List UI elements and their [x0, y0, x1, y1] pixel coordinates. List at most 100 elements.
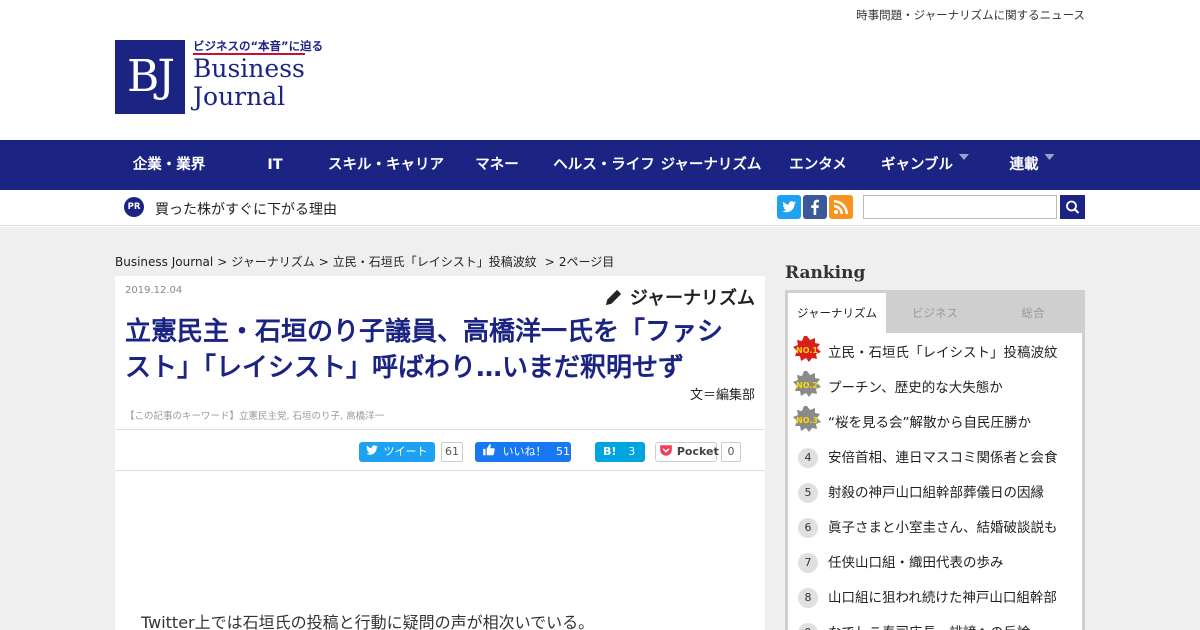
- nav-item-gamble[interactable]: ギャンブル: [880, 140, 970, 190]
- article-keywords[interactable]: 【この記事のキーワード】立憲民主党, 石垣のり子, 高橋洋一: [125, 408, 384, 422]
- search-icon: [1066, 200, 1080, 214]
- hatena-bookmark-button[interactable]: B! 3: [595, 442, 645, 462]
- article-category[interactable]: ジャーナリズム: [604, 284, 755, 310]
- article-category-label: ジャーナリズム: [629, 288, 755, 309]
- breadcrumb-home[interactable]: Business Journal: [115, 255, 213, 269]
- svg-text:NO.1: NO.1: [796, 346, 818, 355]
- breadcrumb-category[interactable]: ジャーナリズム: [231, 255, 314, 269]
- nav-label: ギャンブル: [880, 157, 954, 173]
- logo-word-business: Business: [193, 54, 305, 83]
- article-card: 2019.12.04 ジャーナリズム 立憲民主・石垣のり子議員、高橋洋一氏を「フ…: [115, 276, 765, 630]
- ranking-item[interactable]: NO.1 立民・石垣氏「レイシスト」投稿波紋: [788, 333, 1082, 368]
- breadcrumb-separator: >: [217, 255, 228, 269]
- chevron-down-icon: [959, 154, 970, 160]
- rank-2-medal-icon: NO.2: [793, 371, 821, 397]
- chevron-down-icon: [1044, 154, 1055, 160]
- nav-label: スキル・キャリア: [328, 157, 444, 173]
- pocket-count: 0: [721, 442, 741, 462]
- tab-overall[interactable]: 総合: [984, 293, 1082, 333]
- ranking-item[interactable]: 8 山口組に狙われ続けた神戸山口組幹部: [788, 578, 1082, 613]
- ranking-item-title: 眞子さまと小室圭さん、結婚破談説も: [828, 520, 1058, 536]
- pr-badge: PR: [124, 197, 144, 217]
- rank-number: 8: [798, 588, 818, 608]
- article-date: 2019.12.04: [125, 285, 183, 296]
- ranking-item-title: 安倍首相、連日マスコミ関係者と会食: [828, 450, 1058, 466]
- nav-label: エンタメ: [789, 157, 847, 173]
- ranking-list: NO.1 立民・石垣氏「レイシスト」投稿波紋 NO.2 プーチン、歴史的な大失態…: [788, 333, 1082, 630]
- nav-label: IT: [267, 157, 283, 173]
- nav-item-money[interactable]: マネー: [475, 140, 519, 190]
- tab-business[interactable]: ビジネス: [886, 293, 984, 333]
- ranking-item[interactable]: NO.2 プーチン、歴史的な大失態か: [788, 368, 1082, 403]
- site-tagline: 時事問題・ジャーナリズムに関するニュース: [856, 8, 1085, 22]
- article-body-text: Twitter上では石垣氏の投稿と行動に疑問の声が相次いでいる。: [141, 613, 595, 630]
- svg-text:NO.3: NO.3: [796, 416, 818, 425]
- twitter-icon[interactable]: [777, 195, 801, 219]
- sub-bar: PR 買った株がすぐに下がる理由: [0, 190, 1200, 226]
- article-byline: 文＝編集部: [689, 388, 755, 403]
- logo-wordmark: Business Journal: [193, 55, 305, 111]
- like-count: 51: [556, 445, 570, 458]
- pencil-icon: [605, 289, 621, 306]
- rank-number: 9: [798, 623, 818, 630]
- tweet-count: 61: [441, 442, 463, 462]
- rss-icon[interactable]: [829, 195, 853, 219]
- ranking-item[interactable]: NO.3 “桜を見る会”解散から自民圧勝か: [788, 403, 1082, 438]
- site-logo[interactable]: BJ ビジネスの“本音”に迫る Business Journal: [115, 38, 323, 118]
- pocket-button[interactable]: Pocket: [655, 442, 719, 462]
- ranking-item-title: 山口組に狙われ続けた神戸山口組幹部: [828, 590, 1057, 606]
- like-button[interactable]: いいね！ 51: [475, 442, 571, 462]
- nav-label: ジャーナリズム: [660, 157, 762, 173]
- ranking-item[interactable]: 4 安倍首相、連日マスコミ関係者と会食: [788, 438, 1082, 473]
- logo-catchphrase: ビジネスの“本音”に迫る: [193, 39, 324, 53]
- pr-link[interactable]: 買った株がすぐに下がる理由: [155, 199, 337, 219]
- nav-item-industry[interactable]: 企業・業界: [133, 140, 206, 190]
- pocket-label: Pocket: [676, 445, 719, 458]
- nav-item-health-life[interactable]: ヘルス・ライフ: [553, 140, 655, 190]
- pocket-icon: [660, 445, 672, 456]
- hatena-count: 3: [628, 445, 636, 458]
- rank-number: 4: [798, 448, 818, 468]
- rank-1-medal-icon: NO.1: [793, 336, 821, 362]
- breadcrumb-page: 2ページ目: [558, 255, 615, 269]
- hatena-label: B!: [603, 445, 617, 458]
- rank-number: 6: [798, 518, 818, 538]
- breadcrumb-separator: >: [318, 255, 329, 269]
- nav-item-journalism[interactable]: ジャーナリズム: [661, 140, 762, 190]
- ranking-item[interactable]: 7 任侠山口組・織田代表の歩み: [788, 543, 1082, 578]
- thumbs-up-icon: [483, 444, 495, 456]
- like-label: いいね！: [502, 445, 547, 458]
- nav-item-series[interactable]: 連載: [1010, 140, 1055, 190]
- ranking-item[interactable]: 5 射殺の神戸山口組幹部葬儀日の因縁: [788, 473, 1082, 508]
- ranking-item-title: なでしこ寿司店長、誹謗への反論: [828, 621, 1031, 630]
- article-headline: 立憲民主・石垣のり子議員、高橋洋一氏を「ファシスト」「レイシスト」呼ばわり…いま…: [125, 317, 724, 383]
- nav-label: 企業・業界: [132, 157, 206, 173]
- rank-3-medal-icon: NO.3: [793, 406, 821, 432]
- nav-item-skill-career[interactable]: スキル・キャリア: [328, 140, 444, 190]
- facebook-icon[interactable]: [803, 195, 827, 219]
- breadcrumb-separator: >: [544, 255, 555, 269]
- ranking-item-title: 任侠山口組・織田代表の歩み: [828, 555, 1004, 571]
- breadcrumb: Business Journal > ジャーナリズム > 立民・石垣氏「レイシスト」投稿…: [115, 253, 618, 270]
- search-button[interactable]: [1060, 195, 1085, 219]
- nav-label: ヘルス・ライフ: [553, 157, 655, 173]
- ranking-title: Ranking: [785, 263, 866, 283]
- nav-item-entertainment[interactable]: エンタメ: [789, 140, 847, 190]
- ranking-item[interactable]: 9 なでしこ寿司店長、誹謗への反論: [788, 613, 1082, 630]
- tweet-button[interactable]: ツイート: [359, 442, 435, 462]
- breadcrumb-article[interactable]: 立民・石垣氏「レイシスト」投稿波紋: [333, 255, 537, 269]
- rank-number: 5: [798, 483, 818, 503]
- nav-label: マネー: [475, 157, 519, 173]
- ranking-panel: ジャーナリズム ビジネス 総合 NO.1 立民・石垣氏「レイシスト」投稿波紋 N…: [785, 290, 1085, 630]
- nav-label: 連載: [1009, 157, 1039, 173]
- main-nav: 企業・業界 IT スキル・キャリア マネー ヘルス・ライフ ジャーナリズム エン…: [0, 140, 1200, 190]
- share-bar: ツイート 61 いいね！ 51 B! 3 Pocket 0: [115, 429, 765, 471]
- ranking-item-title: 射殺の神戸山口組幹部葬儀日の因縁: [828, 485, 1044, 501]
- logo-mark: BJ: [115, 40, 185, 114]
- logo-word-journal: Journal: [193, 82, 286, 111]
- tab-journalism[interactable]: ジャーナリズム: [788, 293, 886, 333]
- search-input[interactable]: [863, 195, 1057, 219]
- nav-item-it[interactable]: IT: [267, 140, 282, 190]
- ranking-item[interactable]: 6 眞子さまと小室圭さん、結婚破談説も: [788, 508, 1082, 543]
- rank-number: 7: [798, 553, 818, 573]
